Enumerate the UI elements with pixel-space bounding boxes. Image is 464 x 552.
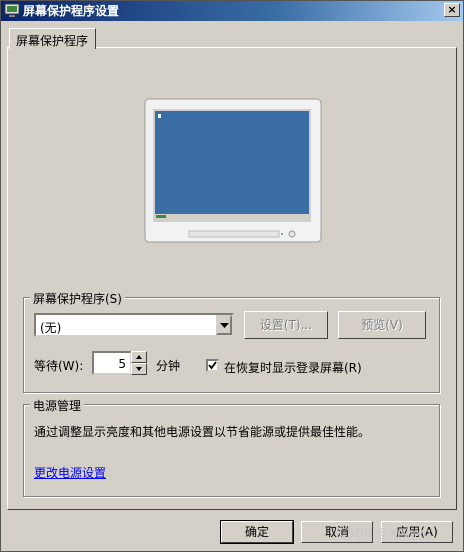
watermark: CSDN @Xrvvvg	[338, 526, 431, 540]
wait-minutes-spinner[interactable]	[131, 351, 147, 375]
spin-down-button[interactable]	[131, 363, 147, 375]
resume-login-checkbox[interactable]	[206, 359, 219, 372]
settings-button-label: 设置(T)...	[259, 318, 313, 332]
power-description: 通过调整显示亮度和其他电源设置以节省能源或提供最佳性能。	[34, 425, 371, 439]
monitor-preview-image	[144, 98, 322, 243]
chevron-down-icon	[220, 323, 229, 328]
preview-button-label: 预览(V)	[361, 318, 403, 332]
arrow-up-icon	[136, 355, 142, 359]
screensaver-group-title: 屏幕保护程序(S)	[30, 290, 125, 307]
change-power-settings-link[interactable]: 更改电源设置	[34, 464, 106, 481]
screensaver-settings-window: 屏幕保护程序设置 × 屏幕保护程序 屏幕保护程序(S) (无) 设置(T)...…	[0, 0, 464, 552]
wait-minutes-input[interactable]: 5	[92, 351, 132, 375]
settings-button[interactable]: 设置(T)...	[244, 311, 328, 339]
screensaver-select[interactable]: (无)	[34, 313, 234, 337]
resume-login-label[interactable]: 在恢复时显示登录屏幕(R)	[224, 359, 362, 376]
arrow-down-icon	[136, 367, 142, 371]
wait-unit-label: 分钟	[156, 359, 181, 373]
spin-up-button[interactable]	[131, 351, 147, 363]
preview-button[interactable]: 预览(V)	[338, 311, 426, 339]
power-group: 电源管理	[23, 397, 440, 497]
close-button[interactable]: ×	[444, 3, 460, 17]
window-title: 屏幕保护程序设置	[23, 4, 120, 18]
ok-button-label: 确定	[244, 525, 269, 539]
ok-button[interactable]: 确定	[220, 520, 294, 544]
tab-label: 屏幕保护程序	[16, 34, 89, 48]
close-icon: ×	[447, 3, 457, 16]
wait-label: 等待(W):	[34, 359, 84, 373]
wait-minutes-value: 5	[118, 357, 126, 371]
checkmark-icon	[208, 361, 217, 370]
screensaver-selected-value: (无)	[40, 321, 62, 335]
title-bar[interactable]: 屏幕保护程序设置 ×	[1, 1, 463, 21]
monitor-app-icon	[4, 3, 20, 17]
power-group-title: 电源管理	[30, 397, 85, 414]
dropdown-button[interactable]	[216, 315, 232, 335]
tab-screensaver[interactable]: 屏幕保护程序	[9, 28, 96, 49]
